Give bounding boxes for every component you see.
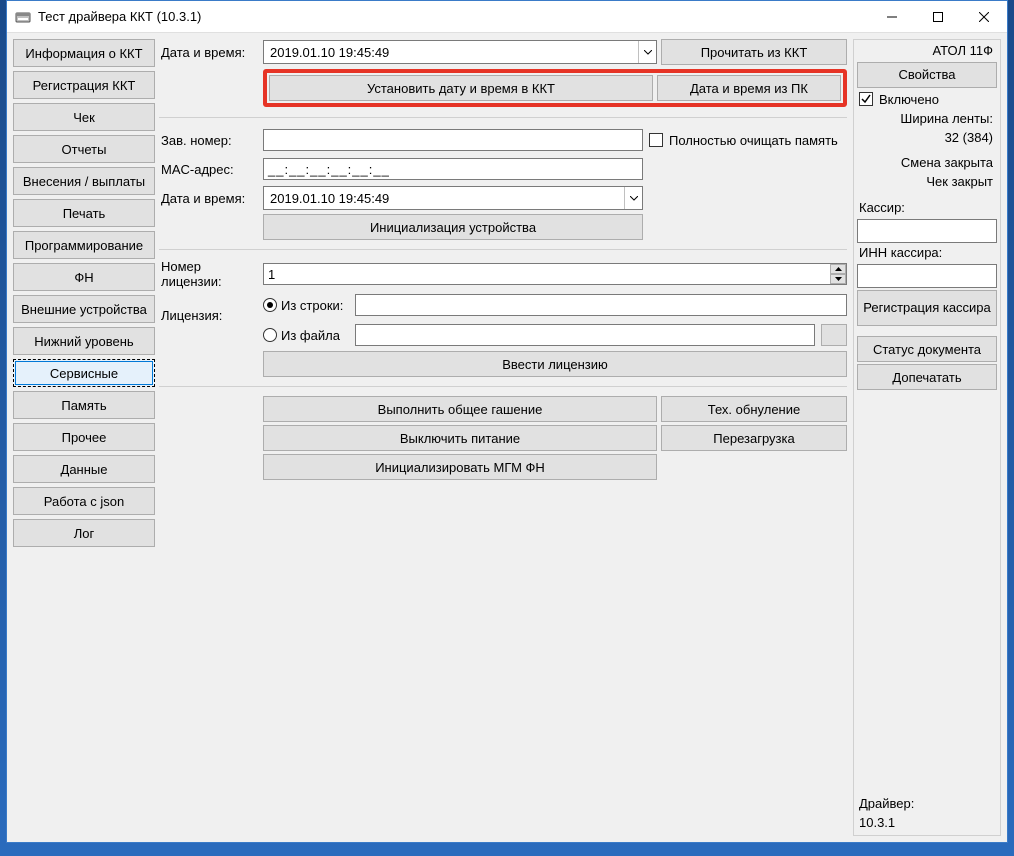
- reboot-button[interactable]: Перезагрузка: [661, 425, 847, 451]
- sidebar-item-service[interactable]: Сервисные: [13, 359, 155, 387]
- doc-status-button[interactable]: Статус документа: [857, 336, 997, 362]
- minimize-button[interactable]: [869, 1, 915, 32]
- license-no-input[interactable]: 1: [263, 263, 847, 285]
- datetime-from-pc-button[interactable]: Дата и время из ПК: [657, 75, 841, 101]
- sidebar-item-reports[interactable]: Отчеты: [13, 135, 155, 163]
- datetime2-combo[interactable]: 2019.01.10 19:45:49: [263, 186, 643, 210]
- reprint-button[interactable]: Допечатать: [857, 364, 997, 390]
- license-string-input[interactable]: [355, 294, 847, 316]
- mac-input[interactable]: __:__:__:__:__:__: [263, 158, 643, 180]
- tape-width-label: Ширина ленты:: [857, 111, 997, 128]
- general-clear-button[interactable]: Выполнить общее гашение: [263, 396, 657, 422]
- license-no-label: Номер лицензии:: [159, 259, 259, 289]
- sidebar-item-lowlevel[interactable]: Нижний уровень: [13, 327, 155, 355]
- from-file-label: Из файла: [281, 328, 351, 343]
- cashier-label: Кассир:: [857, 200, 997, 217]
- init-mgm-button[interactable]: Инициализировать МГМ ФН: [263, 454, 657, 480]
- cashier-input[interactable]: [857, 219, 997, 243]
- cashier-inn-label: ИНН кассира:: [857, 245, 997, 262]
- set-datetime-button[interactable]: Установить дату и время в ККТ: [269, 75, 653, 101]
- radio-from-string[interactable]: [263, 298, 277, 312]
- app-window: Тест драйвера ККТ (10.3.1) Информация о …: [6, 0, 1008, 843]
- driver-version: 10.3.1: [857, 815, 997, 832]
- chevron-down-icon: [624, 187, 642, 209]
- sidebar-item-cash[interactable]: Внесения / выплаты: [13, 167, 155, 195]
- read-from-kkt-button[interactable]: Прочитать из ККТ: [661, 39, 847, 65]
- sidebar-item-memory[interactable]: Память: [13, 391, 155, 419]
- license-file-input[interactable]: [355, 324, 815, 346]
- enabled-checkbox[interactable]: Включено: [857, 90, 997, 109]
- sidebar-item-check[interactable]: Чек: [13, 103, 155, 131]
- power-off-button[interactable]: Выключить питание: [263, 425, 657, 451]
- titlebar: Тест драйвера ККТ (10.3.1): [7, 1, 1007, 33]
- right-panel: АТОЛ 11Ф Свойства Включено Ширина ленты:…: [853, 39, 1001, 836]
- chevron-down-icon: [638, 41, 656, 63]
- window-title: Тест драйвера ККТ (10.3.1): [38, 9, 201, 24]
- spinner-down[interactable]: [830, 274, 846, 284]
- spinner-up[interactable]: [830, 264, 846, 274]
- driver-label: Драйвер:: [857, 796, 997, 813]
- from-string-label: Из строки:: [281, 298, 351, 313]
- init-device-button[interactable]: Инициализация устройства: [263, 214, 643, 240]
- license-label: Лицензия:: [159, 292, 259, 323]
- radio-from-file[interactable]: [263, 328, 277, 342]
- main-panel: Дата и время: 2019.01.10 19:45:49 Прочит…: [159, 39, 849, 836]
- serial-label: Зав. номер:: [159, 133, 259, 148]
- sidebar-item-info[interactable]: Информация о ККТ: [13, 39, 155, 67]
- sidebar-item-print[interactable]: Печать: [13, 199, 155, 227]
- sidebar-item-data[interactable]: Данные: [13, 455, 155, 483]
- mac-label: MAC-адрес:: [159, 162, 259, 177]
- datetime-label: Дата и время:: [159, 45, 259, 60]
- sidebar: Информация о ККТ Регистрация ККТ Чек Отч…: [13, 39, 155, 836]
- app-icon: [15, 9, 31, 25]
- sidebar-item-log[interactable]: Лог: [13, 519, 155, 547]
- shift-status: Смена закрыта: [857, 155, 997, 172]
- check-status: Чек закрыт: [857, 174, 997, 191]
- sidebar-item-other[interactable]: Прочее: [13, 423, 155, 451]
- sidebar-item-external[interactable]: Внешние устройства: [13, 295, 155, 323]
- cashier-inn-input[interactable]: [857, 264, 997, 288]
- sidebar-item-fn[interactable]: ФН: [13, 263, 155, 291]
- enter-license-button[interactable]: Ввести лицензию: [263, 351, 847, 377]
- checkbox-icon: [649, 133, 663, 147]
- properties-button[interactable]: Свойства: [857, 62, 997, 88]
- device-name: АТОЛ 11Ф: [857, 43, 997, 60]
- datetime2-label: Дата и время:: [159, 191, 259, 206]
- sidebar-item-json[interactable]: Работа с json: [13, 487, 155, 515]
- highlight-box: Установить дату и время в ККТ Дата и вре…: [263, 69, 847, 107]
- serial-input[interactable]: [263, 129, 643, 151]
- tape-width-value: 32 (384): [857, 130, 997, 147]
- close-button[interactable]: [961, 1, 1007, 32]
- browse-file-button[interactable]: [821, 324, 847, 346]
- sidebar-item-programming[interactable]: Программирование: [13, 231, 155, 259]
- datetime-combo[interactable]: 2019.01.10 19:45:49: [263, 40, 657, 64]
- sidebar-item-registration[interactable]: Регистрация ККТ: [13, 71, 155, 99]
- clear-memory-checkbox[interactable]: Полностью очищать память: [647, 131, 838, 150]
- checkbox-checked-icon: [859, 92, 873, 106]
- register-cashier-button[interactable]: Регистрация кассира: [857, 290, 997, 326]
- maximize-button[interactable]: [915, 1, 961, 32]
- tech-reset-button[interactable]: Тех. обнуление: [661, 396, 847, 422]
